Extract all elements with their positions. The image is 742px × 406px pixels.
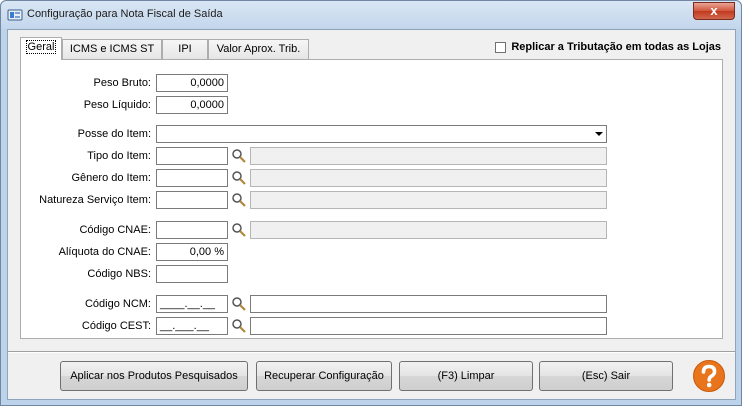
tipo-item-input[interactable]: [156, 147, 228, 165]
chevron-down-icon[interactable]: [595, 132, 603, 136]
tab-ipi[interactable]: IPI: [162, 39, 208, 59]
aplicar-button[interactable]: Aplicar nos Produtos Pesquisados: [60, 361, 248, 391]
title-bar: Configuração para Nota Fiscal de Saída x: [1, 1, 741, 29]
codigo-nbs-input[interactable]: [156, 265, 228, 283]
search-icon[interactable]: [231, 148, 247, 164]
sair-button[interactable]: (Esc) Sair: [539, 361, 673, 391]
natureza-servico-description: [250, 191, 607, 209]
posse-item-select[interactable]: [156, 125, 607, 143]
tab-label: Geral: [25, 40, 57, 54]
peso-liquido-label: Peso Líquido:: [83, 99, 151, 111]
window: Configuração para Nota Fiscal de Saída x…: [0, 0, 742, 406]
codigo-cest-label: Código CEST:: [81, 320, 151, 332]
search-icon[interactable]: [231, 318, 247, 334]
help-icon[interactable]: [692, 359, 726, 393]
codigo-ncm-label: Código NCM:: [84, 298, 151, 310]
tab-label: Valor Aprox. Trib.: [216, 43, 301, 55]
search-icon[interactable]: [231, 222, 247, 238]
codigo-cest-description[interactable]: [250, 317, 607, 335]
close-button[interactable]: x: [693, 2, 735, 20]
tipo-item-label: Tipo do Item:: [87, 150, 151, 162]
codigo-cest-input[interactable]: __.___.__: [156, 317, 228, 335]
genero-item-description: [250, 169, 607, 187]
replicar-checkbox-group[interactable]: Replicar a Tributação em todas as Lojas: [495, 41, 721, 53]
genero-item-label: Gênero do Item:: [71, 172, 152, 184]
dialog-body: Geral ICMS e ICMS ST IPI Valor Aprox. Tr…: [7, 29, 736, 400]
peso-bruto-input[interactable]: 0,0000: [156, 74, 228, 92]
peso-bruto-label: Peso Bruto:: [93, 77, 151, 89]
codigo-nbs-label: Código NBS:: [87, 268, 151, 280]
limpar-button[interactable]: (F3) Limpar: [399, 361, 533, 391]
codigo-cnae-label: Código CNAE:: [79, 224, 151, 236]
recuperar-button[interactable]: Recuperar Configuração: [256, 361, 392, 391]
tab-icms[interactable]: ICMS e ICMS ST: [62, 39, 162, 59]
tab-geral[interactable]: Geral: [20, 37, 62, 60]
replicar-label: Replicar a Tributação em todas as Lojas: [511, 41, 721, 53]
window-title: Configuração para Nota Fiscal de Saída: [27, 8, 223, 20]
tab-label: ICMS e ICMS ST: [69, 43, 155, 55]
codigo-ncm-input[interactable]: ____.__.__: [156, 295, 228, 313]
search-icon[interactable]: [231, 170, 247, 186]
codigo-ncm-description[interactable]: [250, 295, 607, 313]
genero-item-input[interactable]: [156, 169, 228, 187]
search-icon[interactable]: [231, 296, 247, 312]
tab-label: IPI: [178, 43, 192, 55]
divider: [8, 351, 735, 353]
natureza-servico-input[interactable]: [156, 191, 228, 209]
codigo-cnae-input[interactable]: [156, 221, 228, 239]
search-icon[interactable]: [231, 192, 247, 208]
posse-item-label: Posse do Item:: [77, 128, 151, 140]
tab-valor-aprox[interactable]: Valor Aprox. Trib.: [208, 39, 309, 59]
aliquota-cnae-input[interactable]: 0,00 %: [156, 243, 228, 261]
replicar-checkbox[interactable]: [495, 41, 507, 53]
codigo-cnae-description: [250, 221, 607, 239]
tipo-item-description: [250, 147, 607, 165]
app-icon: [7, 9, 23, 21]
peso-liquido-input[interactable]: 0,0000: [156, 96, 228, 114]
tab-panel-geral: Peso Bruto: 0,0000 Peso Líquido: 0,0000 …: [20, 59, 723, 339]
aliquota-cnae-label: Alíquota do CNAE:: [58, 246, 151, 258]
natureza-servico-label: Natureza Serviço Item:: [39, 194, 151, 206]
